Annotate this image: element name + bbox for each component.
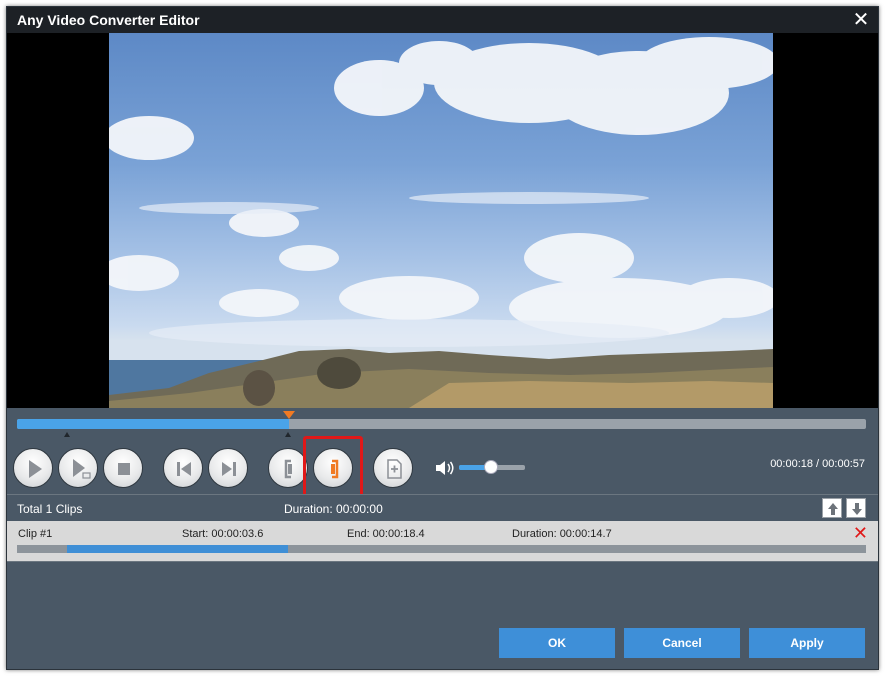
mark-end-button[interactable] — [313, 448, 353, 488]
mark-end-icon — [331, 459, 339, 479]
total-duration-label: Duration: 00:00:00 — [284, 502, 383, 516]
total-clips-label: Total 1 Clips — [17, 502, 83, 516]
dialog-footer: OK Cancel Apply — [7, 561, 878, 669]
stop-icon — [118, 463, 130, 475]
previous-frame-button[interactable] — [163, 448, 203, 488]
clip-list: Clip #1 Start: 00:00:03.6 End: 00:00:18.… — [7, 521, 878, 561]
clip-end: End: 00:00:18.4 — [347, 528, 425, 540]
skip-previous-icon — [177, 462, 191, 476]
close-icon[interactable]: ✕ — [850, 9, 872, 31]
mark-start-button[interactable] — [268, 448, 308, 488]
seek-progress — [17, 419, 289, 429]
arrow-up-icon — [828, 503, 838, 515]
add-clip-button[interactable] — [373, 448, 413, 488]
volume-icon[interactable] — [434, 458, 456, 478]
mark-start-icon — [284, 459, 292, 479]
arrow-down-icon — [852, 503, 862, 515]
clip-start: Start: 00:00:03.6 — [182, 528, 264, 540]
clips-header: Total 1 Clips Duration: 00:00:00 — [7, 494, 878, 521]
editor-window: Any Video Converter Editor ✕ 00:00:18 / … — [6, 6, 879, 670]
video-preview — [7, 33, 878, 408]
skip-next-icon — [222, 462, 236, 476]
video-frame — [109, 33, 773, 408]
move-up-button[interactable] — [822, 498, 842, 518]
video-scene — [109, 37, 773, 408]
cancel-button[interactable]: Cancel — [624, 628, 740, 658]
clip-range-fill — [67, 545, 288, 553]
play-segment-button[interactable] — [58, 448, 98, 488]
timeline-area: 00:00:18 / 00:00:57 — [7, 408, 878, 498]
ok-button[interactable]: OK — [499, 628, 615, 658]
clip-name: Clip #1 — [18, 528, 53, 540]
move-down-button[interactable] — [846, 498, 866, 518]
clip-start-marker — [64, 432, 71, 437]
seek-bar[interactable] — [17, 411, 866, 429]
stop-button[interactable] — [103, 448, 143, 488]
window-title: Any Video Converter Editor — [17, 12, 200, 28]
clip-range-bar — [17, 545, 866, 553]
apply-button[interactable]: Apply — [749, 628, 865, 658]
clip-duration: Duration: 00:00:14.7 — [512, 528, 612, 540]
play-segment-icon — [73, 459, 91, 479]
add-clip-icon — [387, 459, 402, 479]
volume-slider[interactable] — [459, 460, 525, 474]
next-frame-button[interactable] — [208, 448, 248, 488]
remove-clip-icon[interactable]: ✕ — [853, 523, 868, 544]
play-icon — [29, 460, 42, 478]
volume-knob[interactable] — [483, 460, 498, 474]
time-readout: 00:00:18 / 00:00:57 — [770, 458, 865, 470]
clip-end-marker — [284, 432, 291, 437]
playhead-marker[interactable] — [282, 411, 295, 419]
title-bar: Any Video Converter Editor ✕ — [7, 7, 878, 33]
play-button[interactable] — [13, 448, 53, 488]
